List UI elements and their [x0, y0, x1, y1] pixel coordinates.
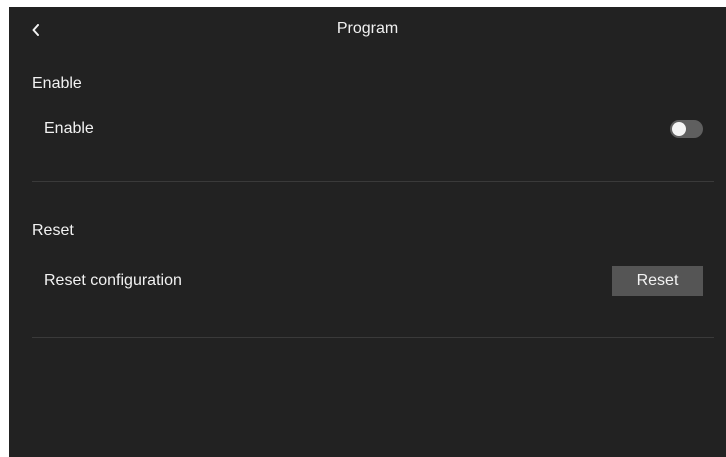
chevron-left-icon — [32, 24, 40, 36]
section-divider — [32, 181, 714, 182]
page-title: Program — [336, 20, 399, 37]
settings-window: Program Enable Enable Reset Reset config… — [9, 7, 726, 457]
section-heading-reset: Reset — [32, 222, 74, 239]
reset-button[interactable]: Reset — [612, 266, 703, 296]
enable-row-label: Enable — [44, 120, 94, 137]
back-button[interactable] — [27, 19, 45, 41]
section-heading-enable: Enable — [32, 75, 82, 92]
header: Program — [9, 7, 726, 55]
enable-toggle[interactable] — [670, 120, 703, 138]
toggle-knob — [672, 122, 686, 136]
reset-configuration-label: Reset configuration — [44, 272, 182, 289]
section-divider — [32, 337, 714, 338]
